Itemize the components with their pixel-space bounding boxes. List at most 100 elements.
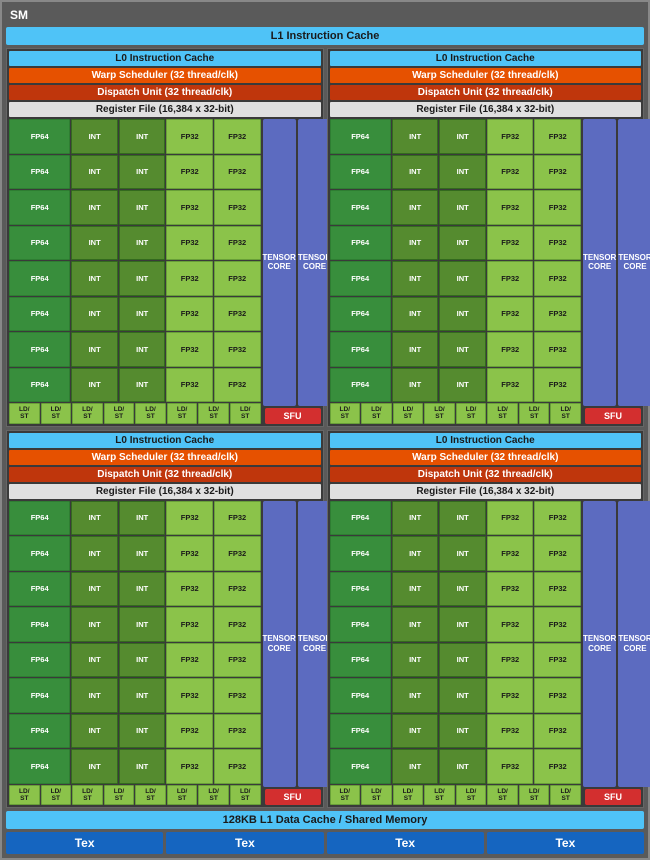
int-cell: INT	[71, 714, 118, 749]
fp32-cell: FP32	[166, 572, 213, 607]
core-row: FP64 INT INT FP32 FP32	[330, 536, 582, 571]
tex-unit-4[interactable]: Tex	[487, 832, 644, 854]
ld-st-cell: LD/ST	[487, 403, 518, 423]
fp32-cell: FP32	[166, 714, 213, 749]
fp32-cell: FP32	[487, 643, 534, 678]
fp32-cell: FP32	[534, 607, 581, 642]
fp32-cell: FP32	[214, 297, 261, 332]
int-cell: INT	[71, 368, 118, 403]
fp32-cell: FP32	[214, 643, 261, 678]
fp64-cell: FP64	[330, 607, 391, 642]
fp32-cell: FP32	[534, 332, 581, 367]
int-cell: INT	[392, 678, 439, 713]
sfu-unit-3: SFU	[265, 789, 321, 805]
int-cell: INT	[119, 332, 166, 367]
fp32-cell: FP32	[487, 572, 534, 607]
fp64-cell: FP64	[330, 261, 391, 296]
q3-dispatch-unit: Dispatch Unit (32 thread/clk)	[9, 467, 321, 482]
quadrant-4: L0 Instruction Cache Warp Scheduler (32 …	[327, 430, 645, 809]
fp64-cell: FP64	[9, 643, 70, 678]
ld-st-row: LD/ST LD/ST LD/ST LD/ST LD/ST LD/ST LD/S…	[330, 403, 582, 423]
int-cell: INT	[439, 332, 486, 367]
fp32-cell: FP32	[534, 190, 581, 225]
int-cell: INT	[439, 155, 486, 190]
fp32-cell: FP32	[487, 190, 534, 225]
q3-right-units: TENSORCORE TENSORCORE SFU	[263, 501, 321, 806]
q4-dispatch-unit: Dispatch Unit (32 thread/clk)	[330, 467, 642, 482]
fp64-cell: FP64	[9, 749, 70, 784]
ld-st-cell: LD/ST	[72, 403, 103, 423]
int-cell: INT	[439, 572, 486, 607]
ld-st-cell: LD/ST	[9, 403, 40, 423]
int-cell: INT	[71, 190, 118, 225]
core-row: FP64 INT INT FP32 FP32	[330, 607, 582, 642]
ld-st-cell: LD/ST	[167, 403, 198, 423]
fp32-cell: FP32	[214, 501, 261, 536]
fp64-cell: FP64	[9, 155, 70, 190]
core-row: FP64 INT INT FP32 FP32	[330, 332, 582, 367]
ld-st-cell: LD/ST	[519, 785, 550, 805]
quadrant-1: L0 Instruction Cache Warp Scheduler (32 …	[6, 48, 324, 427]
int-cell: INT	[392, 607, 439, 642]
int-cell: INT	[119, 607, 166, 642]
fp64-cell: FP64	[330, 155, 391, 190]
fp64-cell: FP64	[330, 368, 391, 403]
int-cell: INT	[392, 749, 439, 784]
core-row: FP64 INT INT FP32 FP32	[330, 572, 582, 607]
tex-unit-3[interactable]: Tex	[327, 832, 484, 854]
q3-cuda-cores: FP64 INT INT FP32 FP32 FP64 INT INT FP32…	[9, 501, 261, 806]
int-cell: INT	[71, 678, 118, 713]
fp64-cell: FP64	[9, 501, 70, 536]
ld-st-cell: LD/ST	[424, 785, 455, 805]
fp64-cell: FP64	[9, 190, 70, 225]
int-cell: INT	[392, 501, 439, 536]
fp64-cell: FP64	[330, 119, 391, 154]
int-cell: INT	[439, 119, 486, 154]
fp32-cell: FP32	[166, 368, 213, 403]
ld-st-cell: LD/ST	[456, 403, 487, 423]
ld-st-cell: LD/ST	[198, 403, 229, 423]
fp32-cell: FP32	[487, 714, 534, 749]
fp32-cell: FP32	[214, 119, 261, 154]
q3-warp-scheduler: Warp Scheduler (32 thread/clk)	[9, 450, 321, 465]
fp64-cell: FP64	[9, 297, 70, 332]
int-cell: INT	[439, 678, 486, 713]
q1-l0-cache: L0 Instruction Cache	[9, 51, 321, 66]
fp64-cell: FP64	[330, 332, 391, 367]
fp32-cell: FP32	[534, 572, 581, 607]
fp64-cell: FP64	[9, 607, 70, 642]
fp32-cell: FP32	[166, 226, 213, 261]
ld-st-row: LD/ST LD/ST LD/ST LD/ST LD/ST LD/ST LD/S…	[9, 403, 261, 423]
int-cell: INT	[119, 714, 166, 749]
fp32-cell: FP32	[166, 155, 213, 190]
sm-title: SM	[6, 6, 32, 24]
q4-execution-area: FP64 INT INT FP32 FP32 FP64 INT INT FP32…	[330, 501, 642, 806]
fp32-cell: FP32	[214, 678, 261, 713]
core-row: FP64 INT INT FP32 FP32	[9, 332, 261, 367]
q1-register-file: Register File (16,384 x 32-bit)	[9, 102, 321, 117]
tex-unit-1[interactable]: Tex	[6, 832, 163, 854]
fp32-cell: FP32	[166, 190, 213, 225]
core-row: FP64 INT INT FP32 FP32	[9, 155, 261, 190]
core-row: FP64 INT INT FP32 FP32	[9, 368, 261, 403]
fp64-cell: FP64	[330, 714, 391, 749]
core-row: FP64 INT INT FP32 FP32	[330, 155, 582, 190]
q1-cuda-cores: FP64 INT INT FP32 FP32 FP64 INT INT FP32…	[9, 119, 261, 424]
q3-register-file: Register File (16,384 x 32-bit)	[9, 484, 321, 499]
ld-st-cell: LD/ST	[393, 785, 424, 805]
fp32-cell: FP32	[534, 678, 581, 713]
fp32-cell: FP32	[487, 297, 534, 332]
fp64-cell: FP64	[330, 190, 391, 225]
tensor-core-5: TENSORCORE	[263, 501, 296, 788]
q4-register-file: Register File (16,384 x 32-bit)	[330, 484, 642, 499]
int-cell: INT	[439, 368, 486, 403]
core-row: FP64 INT INT FP32 FP32	[330, 119, 582, 154]
tex-unit-2[interactable]: Tex	[166, 832, 323, 854]
int-cell: INT	[439, 714, 486, 749]
core-row: FP64 INT INT FP32 FP32	[330, 749, 582, 784]
fp64-cell: FP64	[330, 749, 391, 784]
int-cell: INT	[119, 501, 166, 536]
int-cell: INT	[439, 261, 486, 296]
int-cell: INT	[439, 607, 486, 642]
fp64-cell: FP64	[9, 572, 70, 607]
